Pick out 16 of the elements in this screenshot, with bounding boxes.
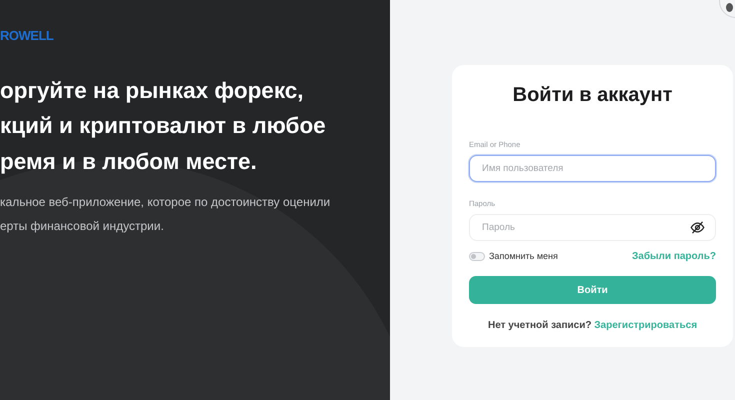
login-button[interactable]: Войти bbox=[469, 276, 716, 304]
subtitle-line: ерты финансовой индустрии. bbox=[0, 218, 164, 235]
remember-label: Запомнить меня bbox=[489, 250, 558, 263]
signup-link[interactable]: Зарегистрироваться bbox=[594, 320, 698, 331]
headline-line: кций и криптовалют в любое bbox=[0, 112, 326, 140]
logo[interactable]: ROWELL bbox=[0, 26, 54, 46]
subtitle-line: кальное веб-приложение, которое по достоинству оценили bbox=[0, 194, 330, 211]
forgot-password-link[interactable]: Забыли пароль? bbox=[632, 249, 716, 264]
eye-slash-icon[interactable] bbox=[690, 220, 705, 235]
signup-prompt: Нет учетной записи? bbox=[488, 320, 592, 331]
password-field[interactable]: Пароль bbox=[469, 214, 716, 241]
username-field[interactable]: Имя пользователя bbox=[469, 155, 716, 182]
headline-line: оргуйте на рынках форекс, bbox=[0, 76, 304, 105]
remember-toggle[interactable] bbox=[469, 252, 485, 261]
login-title: Войти в аккаунт bbox=[512, 83, 674, 107]
headline-line: ремя и в любом месте. bbox=[0, 148, 257, 176]
